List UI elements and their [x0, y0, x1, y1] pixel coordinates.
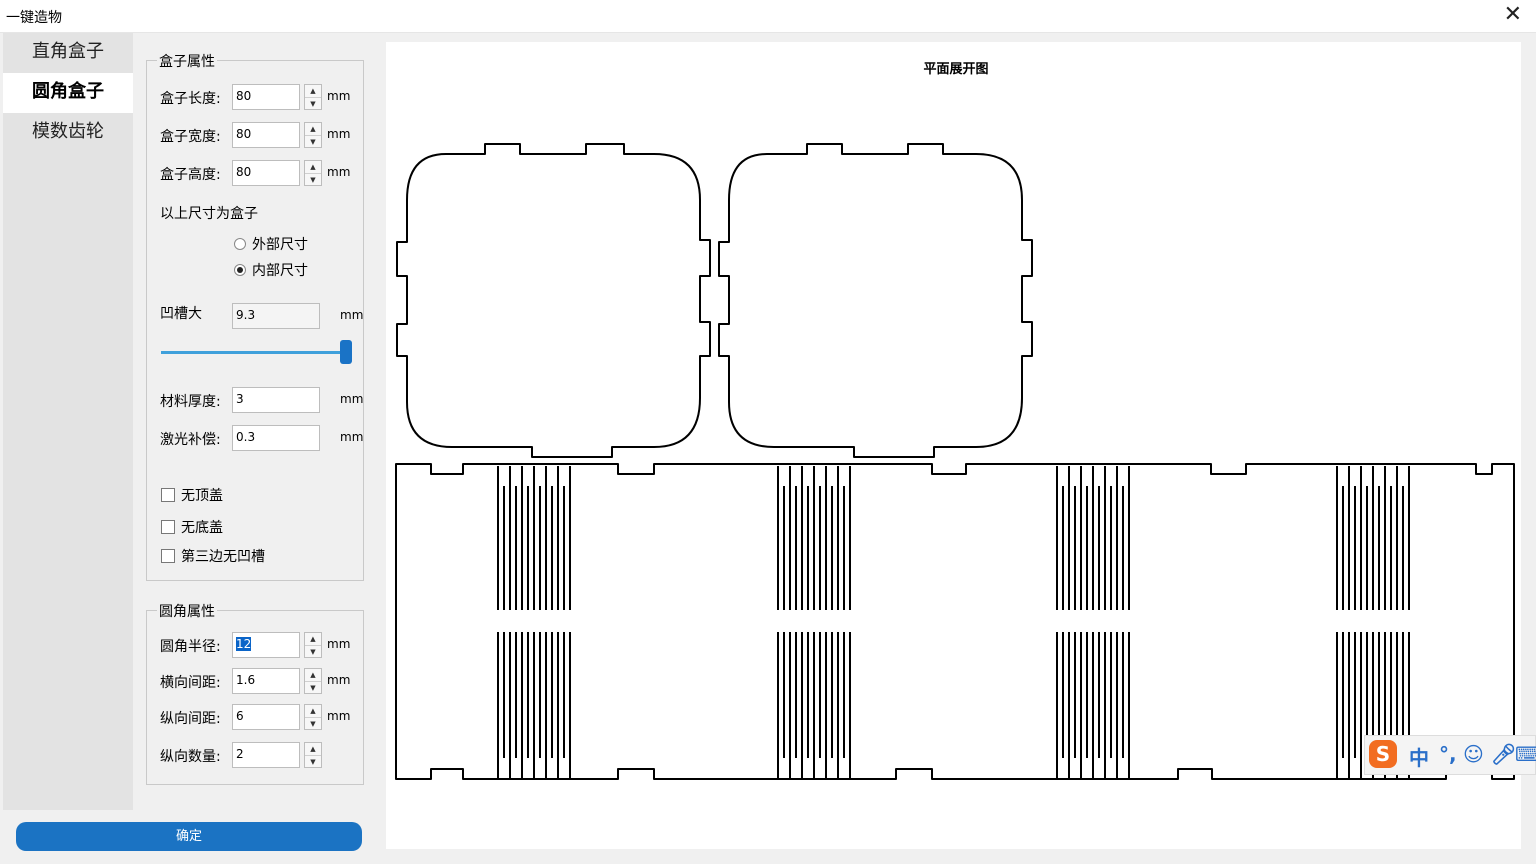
slot-unit: mm	[340, 308, 364, 322]
nav-item-gear[interactable]: 模数齿轮	[3, 113, 133, 153]
title-bar: 一键造物 ✕	[0, 0, 1536, 33]
box-width-stepper[interactable]: ▲ ▼	[304, 122, 322, 148]
sidebar: 直角盒子 圆角盒子 模数齿轮	[3, 33, 133, 810]
radio-outer-size[interactable]: 外部尺寸	[234, 234, 308, 254]
stepper-up-icon[interactable]: ▲	[305, 85, 321, 98]
h-gap-label: 横向间距:	[160, 675, 221, 691]
radio-outer-label: 外部尺寸	[252, 237, 308, 253]
checkbox-no-bottom-label: 无底盖	[181, 520, 223, 536]
checkbox-no-bottom[interactable]: 无底盖	[161, 517, 223, 537]
nav-item-rounded-box[interactable]: 圆角盒子	[3, 73, 133, 113]
radius-input[interactable]: 12	[232, 632, 300, 658]
stepper-up-icon[interactable]: ▲	[305, 161, 321, 174]
stepper-up-icon[interactable]: ▲	[305, 633, 321, 646]
ime-toolbar[interactable]: S 中 °, ☺ 🎤︎ ⌨	[1364, 735, 1536, 775]
slider-track	[161, 351, 349, 354]
v-count-input[interactable]: 2	[232, 742, 300, 768]
lid-panel-left	[396, 143, 711, 458]
checkbox-icon	[161, 520, 175, 534]
radius-unit: mm	[327, 637, 351, 651]
h-gap-input[interactable]: 1.6	[232, 668, 300, 694]
round-properties-title: 圆角属性	[157, 601, 217, 621]
slot-slider[interactable]	[160, 337, 353, 367]
preview-canvas: 平面展开图	[386, 42, 1521, 849]
window-title: 一键造物	[6, 10, 62, 26]
checkbox-icon	[161, 488, 175, 502]
box-width-input[interactable]: 80	[232, 122, 300, 148]
checkbox-no-third-label: 第三边无凹槽	[181, 549, 265, 565]
radius-label: 圆角半径:	[160, 639, 221, 655]
sogou-logo-icon: S	[1369, 740, 1397, 768]
stepper-up-icon[interactable]: ▲	[305, 669, 321, 682]
stepper-down-icon[interactable]: ▼	[305, 718, 321, 730]
round-properties-group: 圆角属性 圆角半径: 12 ▲ ▼ mm 横向间距: 1.6 ▲ ▼ mm 纵向间距…	[146, 601, 364, 785]
size-note: 以上尺寸为盒子	[160, 206, 258, 222]
laser-label: 激光补偿:	[160, 432, 221, 448]
h-gap-unit: mm	[327, 673, 351, 687]
stepper-up-icon[interactable]: ▲	[305, 705, 321, 718]
stepper-down-icon[interactable]: ▼	[305, 98, 321, 110]
box-length-input[interactable]: 80	[232, 84, 300, 110]
laser-unit: mm	[340, 430, 364, 444]
checkbox-icon	[161, 549, 175, 563]
keyboard-icon[interactable]: ⌨	[1515, 742, 1536, 766]
microphone-icon[interactable]: 🎤︎	[1491, 742, 1516, 766]
v-count-label: 纵向数量:	[160, 749, 221, 765]
box-width-label: 盒子宽度:	[160, 129, 221, 145]
box-length-stepper[interactable]: ▲ ▼	[304, 84, 322, 110]
box-length-unit: mm	[327, 89, 351, 103]
stepper-down-icon[interactable]: ▼	[305, 646, 321, 658]
box-height-unit: mm	[327, 165, 351, 179]
stepper-down-icon[interactable]: ▼	[305, 174, 321, 186]
box-height-label: 盒子高度:	[160, 167, 221, 183]
checkbox-no-top-label: 无顶盖	[181, 488, 223, 504]
thickness-input[interactable]: 3	[232, 387, 320, 413]
box-height-input[interactable]: 80	[232, 160, 300, 186]
thickness-unit: mm	[340, 392, 364, 406]
stepper-up-icon[interactable]: ▲	[305, 123, 321, 136]
laser-input[interactable]: 0.3	[232, 425, 320, 451]
box-height-stepper[interactable]: ▲ ▼	[304, 160, 322, 186]
slot-value-display: 9.3	[232, 303, 320, 329]
slider-thumb[interactable]	[340, 340, 352, 364]
radio-checked-icon	[234, 264, 246, 276]
v-gap-label: 纵向间距:	[160, 711, 221, 727]
box-properties-title: 盒子属性	[157, 51, 217, 71]
close-icon[interactable]: ✕	[1504, 2, 1522, 27]
thickness-label: 材料厚度:	[160, 394, 221, 410]
stepper-up-icon[interactable]: ▲	[305, 743, 321, 756]
radius-value: 12	[236, 637, 252, 651]
v-gap-unit: mm	[327, 709, 351, 723]
emoji-icon[interactable]: ☺	[1463, 742, 1484, 766]
confirm-button[interactable]: 确定	[16, 822, 362, 851]
radius-stepper[interactable]: ▲ ▼	[304, 632, 322, 658]
stepper-down-icon[interactable]: ▼	[305, 756, 321, 768]
h-gap-stepper[interactable]: ▲ ▼	[304, 668, 322, 694]
radio-inner-label: 内部尺寸	[252, 263, 308, 279]
kerf-cut-group	[497, 466, 1410, 779]
box-properties-group: 盒子属性 盒子长度: 80 ▲ ▼ mm 盒子宽度: 80 ▲ ▼ mm 盒子高度:…	[146, 51, 364, 581]
checkbox-no-third-slot[interactable]: 第三边无凹槽	[161, 546, 265, 566]
checkbox-no-top[interactable]: 无顶盖	[161, 485, 223, 505]
ime-mode[interactable]: 中	[1409, 742, 1429, 771]
stepper-down-icon[interactable]: ▼	[305, 136, 321, 148]
radio-inner-size[interactable]: 内部尺寸	[234, 260, 308, 280]
flat-layout-drawing	[395, 143, 1515, 780]
box-width-unit: mm	[327, 127, 351, 141]
radio-icon	[234, 238, 246, 250]
ime-punct[interactable]: °,	[1439, 742, 1457, 766]
stepper-down-icon[interactable]: ▼	[305, 682, 321, 694]
nav-item-right-angle-box[interactable]: 直角盒子	[3, 33, 133, 73]
slot-label: 凹槽大	[160, 306, 202, 322]
v-count-stepper[interactable]: ▲ ▼	[304, 742, 322, 768]
v-gap-stepper[interactable]: ▲ ▼	[304, 704, 322, 730]
v-gap-input[interactable]: 6	[232, 704, 300, 730]
box-length-label: 盒子长度:	[160, 91, 221, 107]
lid-panel-right	[718, 143, 1033, 458]
